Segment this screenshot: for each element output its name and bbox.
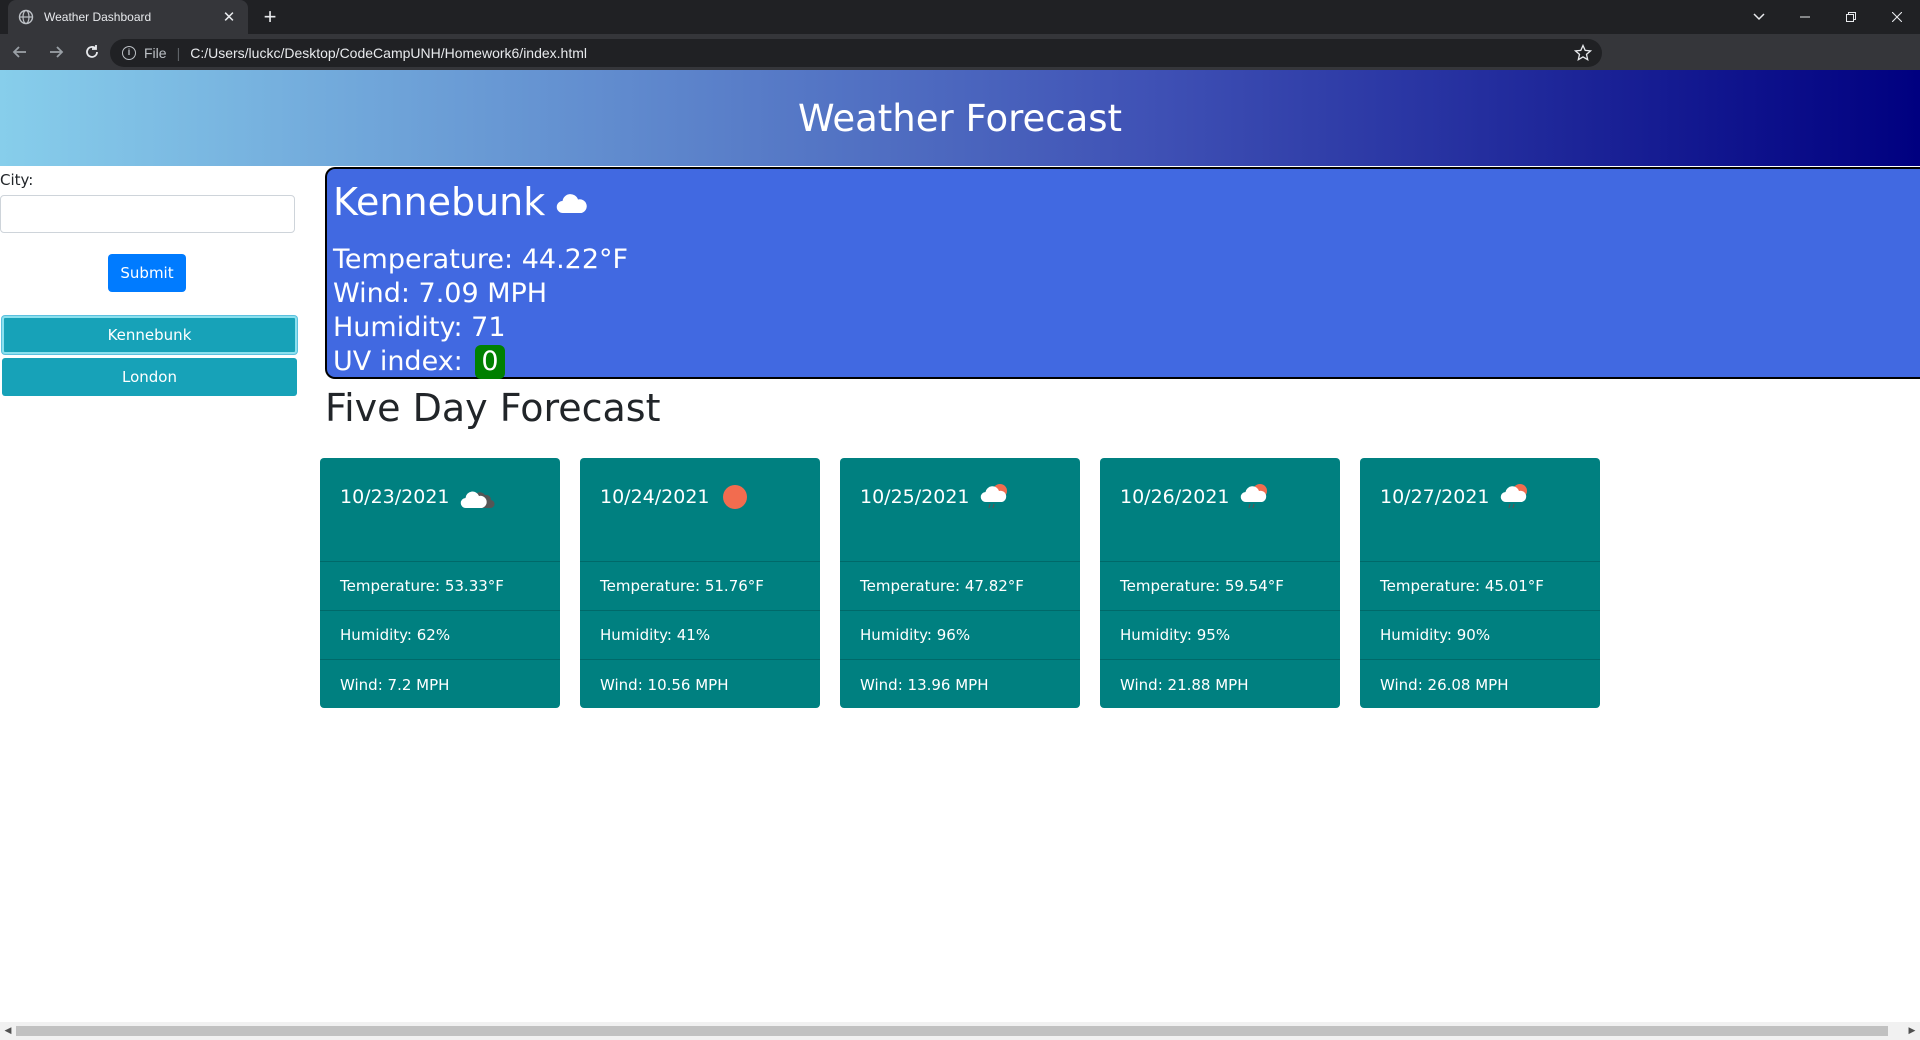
forecast-title: Five Day Forecast (325, 386, 661, 430)
city-input[interactable] (0, 195, 295, 233)
tab-title: Weather Dashboard (44, 10, 152, 24)
forecast-card-header: 10/27/2021 (1360, 458, 1600, 562)
current-wind: Wind: 7.09 MPH (333, 278, 548, 309)
cloud-icon (555, 191, 589, 219)
reload-icon[interactable] (76, 36, 108, 68)
forecast-card: 10/23/2021 Temperature: 53.33°F Humidity… (320, 458, 560, 708)
window-controls (1736, 0, 1920, 34)
forward-icon[interactable] (40, 36, 72, 68)
forecast-date: 10/25/2021 (860, 486, 970, 508)
rain-sun-icon (1500, 482, 1532, 514)
browser-tab[interactable]: Weather Dashboard ✕ (8, 0, 248, 34)
forecast-humidity: Humidity: 90% (1360, 611, 1600, 660)
page-content: Weather Forecast City: Submit Kennebunk … (0, 70, 1920, 1022)
forecast-card-header: 10/24/2021 (580, 458, 820, 562)
history-button-london[interactable]: London (2, 358, 297, 396)
current-city-name: Kennebunk (333, 180, 546, 224)
forecast-card: 10/24/2021 Temperature: 51.76°F Humidity… (580, 458, 820, 708)
forecast-card: 10/25/2021 Temperature: 47.82°F Humidity… (840, 458, 1080, 708)
forecast-date: 10/24/2021 (600, 486, 710, 508)
current-uv: UV index: 0 (333, 345, 1914, 379)
current-weather-panel: Kennebunk Temperature: 44.22°F Wind: 7.0… (325, 167, 1920, 379)
forecast-humidity: Humidity: 96% (840, 611, 1080, 660)
forecast-temperature: Temperature: 59.54°F (1100, 562, 1340, 611)
minimize-icon[interactable] (1782, 0, 1828, 34)
forecast-temperature: Temperature: 53.33°F (320, 562, 560, 611)
globe-icon (18, 9, 34, 25)
forecast-date: 10/27/2021 (1380, 486, 1490, 508)
forecast-card-header: 10/26/2021 (1100, 458, 1340, 562)
forecast-temperature: Temperature: 51.76°F (580, 562, 820, 611)
address-separator: | (176, 45, 181, 61)
scroll-left-icon[interactable]: ◀ (0, 1022, 16, 1040)
tab-search-icon[interactable] (1736, 0, 1782, 34)
rain-sun-icon (1240, 482, 1272, 514)
forecast-wind: Wind: 7.2 MPH (340, 675, 450, 694)
uv-badge: 0 (475, 345, 505, 379)
page-header: Weather Forecast (0, 70, 1920, 166)
cloudy-icon (460, 482, 496, 514)
forecast-date: 10/23/2021 (340, 486, 450, 508)
back-icon[interactable] (4, 36, 36, 68)
forecast-temperature: Temperature: 47.82°F (840, 562, 1080, 611)
forecast-humidity: Humidity: 62% (320, 611, 560, 660)
forecast-wind: Wind: 13.96 MPH (860, 675, 989, 694)
sun-icon (720, 482, 750, 516)
close-tab-icon[interactable]: ✕ (220, 8, 238, 26)
submit-button[interactable]: Submit (108, 254, 186, 292)
page-title: Weather Forecast (797, 96, 1123, 140)
current-details: Temperature: 44.22°F Wind: 7.09 MPH Humi… (333, 243, 1914, 379)
scrollbar-thumb[interactable] (16, 1026, 1888, 1036)
forecast-wind: Wind: 26.08 MPH (1380, 675, 1509, 694)
city-label: City: (0, 171, 34, 189)
bookmark-star-icon[interactable] (1573, 43, 1593, 67)
scroll-right-icon[interactable]: ▶ (1904, 1022, 1920, 1040)
forecast-card-header: 10/25/2021 (840, 458, 1080, 562)
close-window-icon[interactable] (1874, 0, 1920, 34)
forecast-cards: 10/23/2021 Temperature: 53.33°F Humidity… (320, 458, 1600, 708)
uv-label: UV index: (333, 346, 463, 377)
current-humidity: Humidity: 71 (333, 312, 506, 343)
browser-toolbar: i File | C:/Users/luckc/Desktop/CodeCamp… (0, 34, 1920, 96)
address-scheme: File (144, 45, 167, 61)
restore-icon[interactable] (1828, 0, 1874, 34)
forecast-card: 10/26/2021 Temperature: 59.54°F Humidity… (1100, 458, 1340, 708)
forecast-temperature: Temperature: 45.01°F (1360, 562, 1600, 611)
info-icon[interactable]: i (122, 46, 136, 60)
horizontal-scrollbar[interactable]: ◀ ▶ (0, 1022, 1920, 1040)
forecast-card: 10/27/2021 Temperature: 45.01°F Humidity… (1360, 458, 1600, 708)
forecast-date: 10/26/2021 (1120, 486, 1230, 508)
address-url[interactable]: C:/Users/luckc/Desktop/CodeCampUNH/Homew… (190, 45, 587, 61)
forecast-wind: Wind: 10.56 MPH (600, 675, 729, 694)
history-button-kennebunk[interactable]: Kennebunk (2, 316, 297, 354)
current-city-heading: Kennebunk (333, 177, 1914, 227)
current-temperature: Temperature: 44.22°F (333, 244, 629, 275)
rain-sun-icon (980, 482, 1012, 514)
address-bar[interactable]: i File | C:/Users/luckc/Desktop/CodeCamp… (110, 39, 1602, 67)
forecast-humidity: Humidity: 95% (1100, 611, 1340, 660)
browser-tab-bar: Weather Dashboard ✕ + (0, 0, 1920, 34)
forecast-card-header: 10/23/2021 (320, 458, 560, 562)
forecast-wind: Wind: 21.88 MPH (1120, 675, 1249, 694)
forecast-humidity: Humidity: 41% (580, 611, 820, 660)
new-tab-icon[interactable]: + (258, 6, 282, 30)
